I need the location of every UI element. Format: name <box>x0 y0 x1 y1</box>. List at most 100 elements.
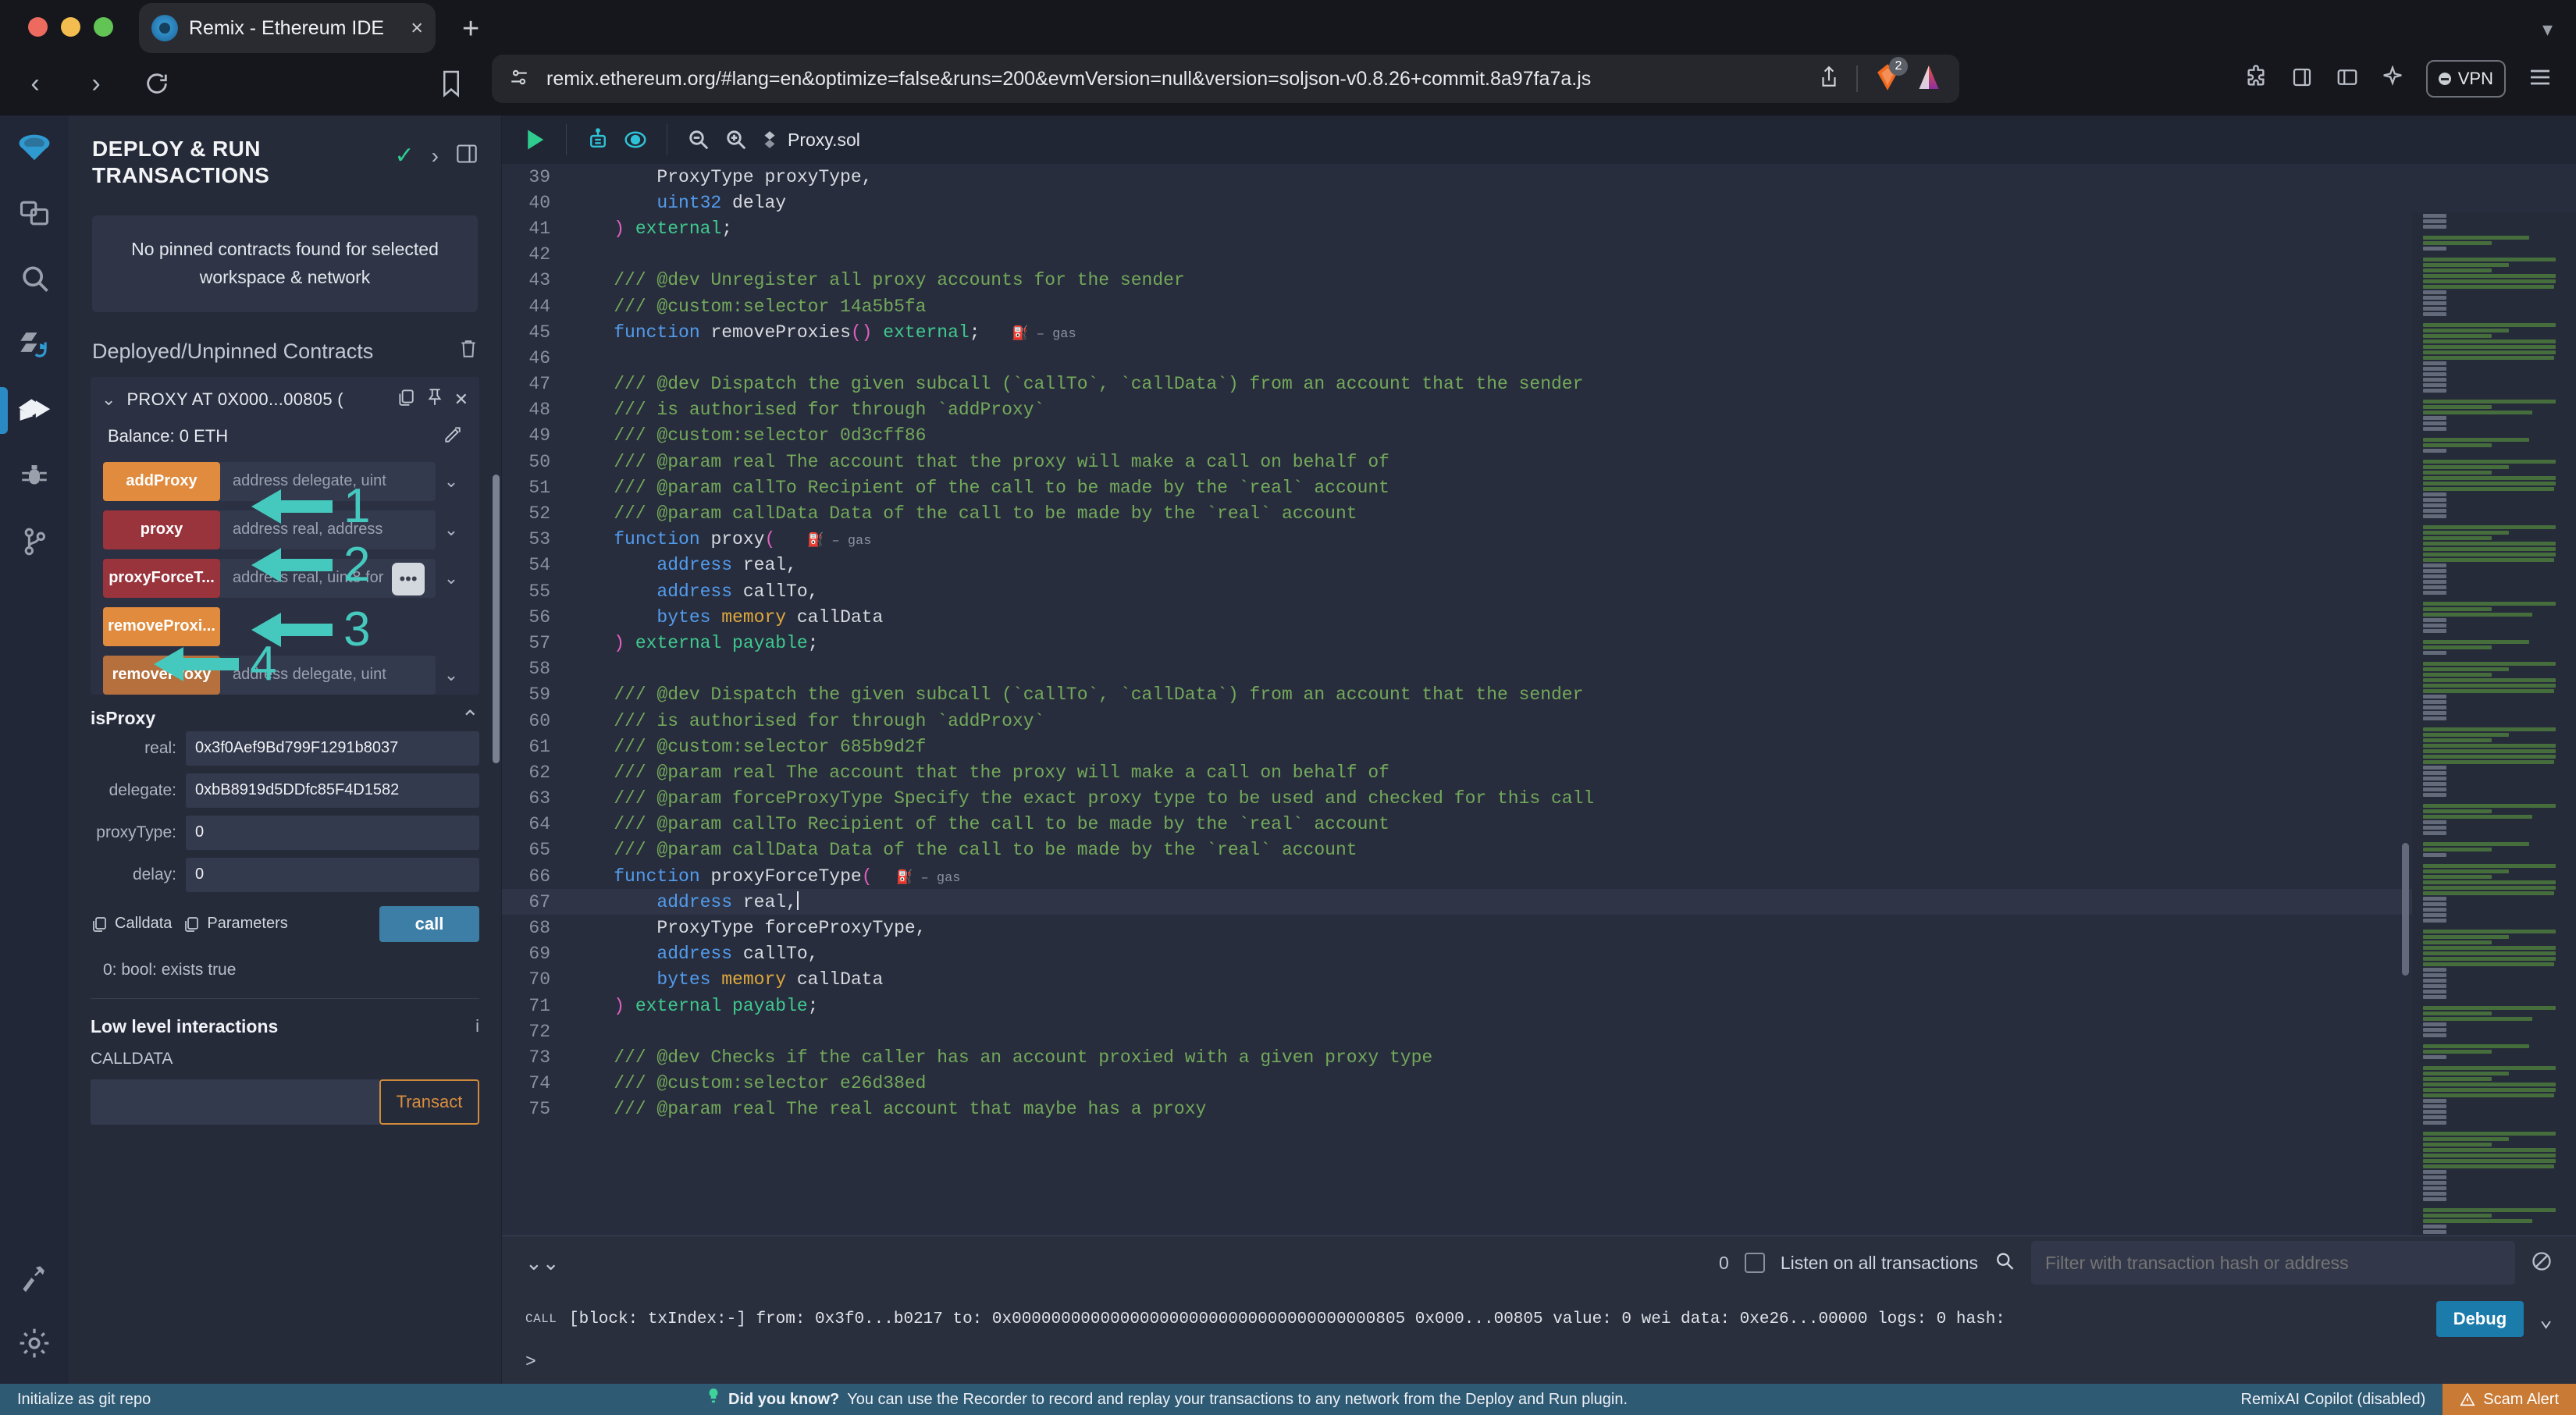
search-icon[interactable] <box>1994 1250 2016 1276</box>
code-line-39[interactable]: 39 ProxyType proxyType, <box>502 164 2576 190</box>
wallet-extension-icon[interactable] <box>1917 63 1941 95</box>
code-line-68[interactable]: 68 ProxyType forceProxyType, <box>502 915 2576 940</box>
contract-header[interactable]: ⌄ PROXY AT 0X000...00805 ( ✕ <box>91 377 479 422</box>
function-button-addproxy[interactable]: addProxy <box>103 461 220 501</box>
minimize-window-button[interactable] <box>61 17 80 37</box>
sidebar-item-settings[interactable] <box>0 1310 69 1376</box>
vpn-button[interactable]: VPN <box>2425 60 2506 98</box>
code-line-53[interactable]: 53 function proxy( ⛽ – gas <box>502 527 2576 553</box>
code-line-44[interactable]: 44 /// @custom:selector 14a5b5fa <box>502 293 2576 319</box>
close-window-button[interactable] <box>28 17 48 37</box>
debug-button[interactable]: Debug <box>2435 1301 2524 1337</box>
copilot-status[interactable]: RemixAI Copilot (disabled) <box>2224 1391 2443 1409</box>
sidebar-item-compiler[interactable] <box>0 312 69 378</box>
code-line-59[interactable]: 59 /// @dev Dispatch the given subcall (… <box>502 682 2576 708</box>
listen-all-checkbox[interactable] <box>1744 1253 1765 1273</box>
function-button-proxyforcet-[interactable]: proxyForceT... <box>103 558 220 598</box>
code-line-56[interactable]: 56 bytes memory callData <box>502 604 2576 630</box>
code-line-61[interactable]: 61 /// @custom:selector 685b9d2f <box>502 734 2576 759</box>
code-line-54[interactable]: 54 address real, <box>502 553 2576 578</box>
edit-balance-icon[interactable] <box>443 425 462 448</box>
robot-ai-icon[interactable] <box>579 121 617 158</box>
back-icon[interactable]: ‹ <box>17 66 53 101</box>
share-icon[interactable] <box>1819 66 1839 93</box>
code-line-67[interactable]: 67 address real, <box>502 889 2576 915</box>
parameter-input-delegate[interactable] <box>186 773 479 808</box>
sidebar-item-file-explorer[interactable] <box>0 181 69 247</box>
info-icon[interactable]: i <box>475 1016 479 1036</box>
browser-tab[interactable]: Remix - Ethereum IDE × <box>139 3 436 53</box>
sidebar-item-deploy-run[interactable] <box>0 378 69 443</box>
code-minimap[interactable] <box>2412 212 2576 1235</box>
left-panel-scrollbar[interactable] <box>493 475 500 763</box>
run-script-icon[interactable] <box>516 121 553 158</box>
pin-contract-icon[interactable] <box>426 388 443 411</box>
code-line-46[interactable]: 46 <box>502 345 2576 371</box>
close-contract-icon[interactable]: ✕ <box>454 389 468 410</box>
clear-console-icon[interactable] <box>2531 1250 2553 1276</box>
code-line-47[interactable]: 47 /// @dev Dispatch the given subcall (… <box>502 372 2576 397</box>
code-line-64[interactable]: 64 /// @param callTo Recipient of the ca… <box>502 812 2576 837</box>
code-line-55[interactable]: 55 address callTo, <box>502 578 2576 604</box>
code-line-71[interactable]: 71 ) external payable; <box>502 993 2576 1019</box>
code-line-45[interactable]: 45 function removeProxies() external; ⛽ … <box>502 319 2576 345</box>
chevron-down-icon[interactable]: ⌄ <box>436 656 467 695</box>
code-line-66[interactable]: 66 function proxyForceType( ⛽ – gas <box>502 863 2576 889</box>
code-line-69[interactable]: 69 address callTo, <box>502 941 2576 967</box>
chevron-down-icon[interactable]: ⌄ <box>436 462 467 501</box>
sidebar-item-home[interactable] <box>0 116 69 181</box>
parameter-input-proxyType[interactable] <box>186 815 479 850</box>
transaction-filter-input[interactable] <box>2031 1241 2515 1285</box>
sidebar-item-plugin-manager[interactable] <box>0 1245 69 1310</box>
transact-button[interactable]: Transact <box>379 1079 479 1125</box>
code-line-40[interactable]: 40 uint32 delay <box>502 190 2576 215</box>
sidebar-item-git[interactable] <box>0 509 69 574</box>
new-tab-button[interactable]: + <box>462 14 479 44</box>
sidebar-item-search[interactable] <box>0 247 69 312</box>
browser-menu-icon[interactable] <box>2528 66 2553 93</box>
sidebar-toggle-icon[interactable] <box>2290 66 2314 93</box>
scam-alert-button[interactable]: Scam Alert <box>2443 1384 2576 1415</box>
delete-all-icon[interactable] <box>459 339 478 364</box>
isproxy-section-header[interactable]: isProxy ⌃ <box>91 706 479 731</box>
chevron-up-icon[interactable]: ⌃ <box>461 706 479 731</box>
code-line-74[interactable]: 74 /// @custom:selector e26d38ed <box>502 1071 2576 1097</box>
forward-icon[interactable]: › <box>78 66 114 101</box>
parameter-input-real[interactable] <box>186 731 479 766</box>
code-line-49[interactable]: 49 /// @custom:selector 0d3cff86 <box>502 423 2576 449</box>
code-line-65[interactable]: 65 /// @param callData Data of the call … <box>502 837 2576 863</box>
zoom-out-icon[interactable] <box>680 121 717 158</box>
extensions-puzzle-icon[interactable] <box>2243 64 2268 94</box>
parameter-input-delay[interactable] <box>186 857 479 892</box>
code-line-57[interactable]: 57 ) external payable; <box>502 630 2576 656</box>
chevron-down-icon[interactable]: ⌄ <box>101 389 116 410</box>
url-bar[interactable]: remix.ethereum.org/#lang=en&optimize=fal… <box>492 55 1959 103</box>
sparkle-icon[interactable] <box>2381 64 2404 93</box>
code-line-52[interactable]: 52 /// @param callData Data of the call … <box>502 500 2576 526</box>
site-settings-icon[interactable] <box>509 67 529 91</box>
chevron-down-icon[interactable]: ▾ <box>2542 17 2553 41</box>
copy-parameters-button[interactable]: Parameters <box>183 915 288 933</box>
copy-calldata-button[interactable]: Calldata <box>91 915 172 933</box>
chevron-right-icon[interactable]: › <box>432 144 439 169</box>
editor-scrollbar[interactable] <box>2402 843 2409 976</box>
code-line-41[interactable]: 41 ) external; <box>502 215 2576 241</box>
copy-address-icon[interactable] <box>397 388 415 411</box>
code-line-63[interactable]: 63 /// @param forceProxyType Specify the… <box>502 786 2576 812</box>
sidebar-item-debugger[interactable] <box>0 443 69 509</box>
code-line-72[interactable]: 72 <box>502 1019 2576 1044</box>
code-line-50[interactable]: 50 /// @param real The account that the … <box>502 449 2576 475</box>
code-line-51[interactable]: 51 /// @param callTo Recipient of the ca… <box>502 475 2576 500</box>
calldata-input[interactable] <box>91 1079 379 1125</box>
code-line-62[interactable]: 62 /// @param real The account that the … <box>502 759 2576 785</box>
code-lines-container[interactable]: 39 ProxyType proxyType, 40 uint32 delay 41… <box>502 164 2576 1235</box>
bookmark-icon[interactable] <box>436 66 467 101</box>
code-line-58[interactable]: 58 <box>502 656 2576 682</box>
git-init-button[interactable]: Initialize as git repo <box>17 1391 151 1409</box>
terminal-prompt[interactable]: > <box>502 1349 2576 1375</box>
code-line-70[interactable]: 70 bytes memory callData <box>502 967 2576 993</box>
code-line-43[interactable]: 43 /// @dev Unregister all proxy account… <box>502 268 2576 293</box>
call-button[interactable]: call <box>379 905 479 942</box>
collapse-terminal-icon[interactable]: ⌄⌄ <box>525 1251 560 1275</box>
code-line-48[interactable]: 48 /// is authorised for through `addPro… <box>502 397 2576 423</box>
